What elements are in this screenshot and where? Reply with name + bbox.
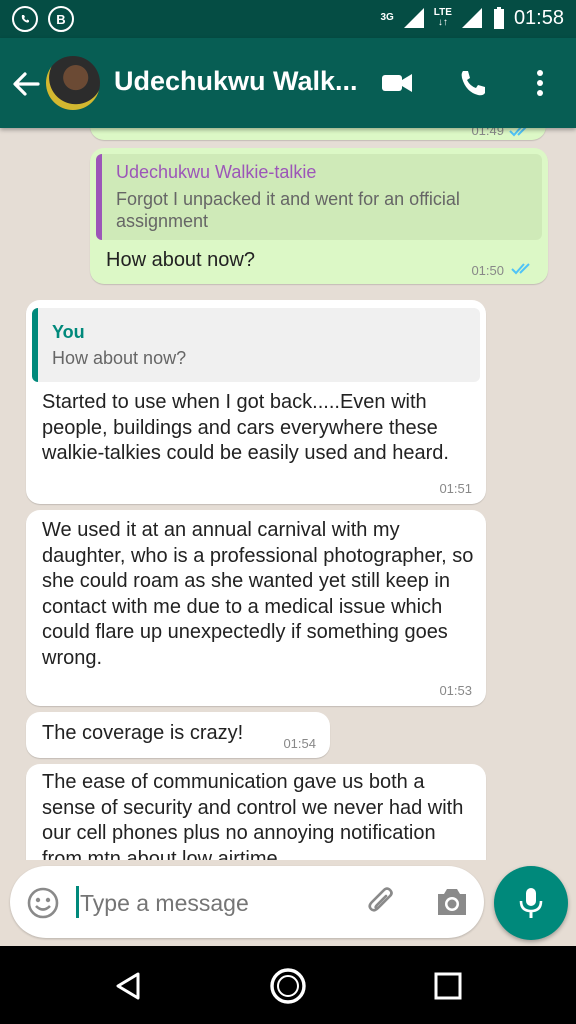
emoji-icon[interactable]: [26, 886, 60, 920]
network-type-2-label: LTE: [433, 7, 452, 18]
quote-text: Forgot I unpacked it and went for an off…: [116, 189, 460, 231]
read-ticks-icon: [509, 128, 527, 137]
clock: 01:58: [513, 6, 564, 29]
status-bar: B 3G LTE ↓↑ 01:58: [0, 0, 576, 38]
read-ticks-icon: [511, 263, 530, 275]
message-bubble-partial: 01:49: [90, 128, 546, 140]
contact-name[interactable]: Udechukwu Walk...: [114, 66, 358, 97]
message-text: We used it at an annual carnival with my…: [42, 519, 474, 669]
navigation-bar: [0, 946, 576, 1024]
chat-header: Udechukwu Walk...: [0, 38, 576, 128]
battery-icon: [493, 7, 504, 29]
message-input[interactable]: [78, 882, 352, 924]
message-bubble-incoming[interactable]: The coverage is crazy! 01:54: [26, 712, 330, 758]
video-call-icon[interactable]: [380, 68, 414, 98]
reply-quote[interactable]: Udechukwu Walkie-talkie Forgot I unpacke…: [96, 154, 542, 240]
message-list[interactable]: 01:49 Udechukwu Walkie-talkie Forgot I u…: [0, 128, 576, 860]
reply-quote[interactable]: You How about now?: [32, 308, 480, 382]
network-type-2: LTE ↓↑: [433, 7, 452, 28]
nav-back-icon[interactable]: [112, 970, 144, 1002]
quote-bar: [32, 308, 38, 382]
network-type-1: 3G: [380, 12, 394, 23]
back-arrow-icon[interactable]: [10, 68, 42, 100]
camera-icon[interactable]: [434, 886, 470, 918]
message-time: 01:49: [471, 128, 504, 138]
signal-icon-2: [461, 8, 482, 28]
attach-icon[interactable]: [364, 884, 400, 920]
message-text: Started to use when I got back.....Even …: [42, 391, 449, 464]
quote-author: Udechukwu Walkie-talkie: [116, 162, 317, 182]
contact-avatar[interactable]: [46, 56, 100, 110]
quote-text: How about now?: [52, 348, 187, 368]
message-text: The coverage is crazy!: [42, 722, 244, 744]
message-bubble-incoming[interactable]: You How about now? Started to use when I…: [26, 300, 486, 504]
message-bubble-incoming[interactable]: The ease of communication gave us both a…: [26, 764, 486, 860]
quote-author: You: [52, 322, 85, 342]
nav-recents-icon[interactable]: [432, 970, 464, 1002]
nav-home-icon[interactable]: [268, 966, 308, 1006]
quote-bar: [96, 154, 102, 240]
message-time: 01:54: [283, 736, 316, 751]
message-bubble-outgoing[interactable]: Udechukwu Walkie-talkie Forgot I unpacke…: [90, 148, 548, 284]
message-time: 01:51: [439, 481, 472, 496]
message-time: 01:53: [439, 683, 472, 698]
b-icon: B: [48, 6, 74, 32]
mic-icon: [519, 888, 543, 918]
phone-call-icon[interactable]: [456, 68, 490, 98]
message-time: 01:50: [471, 263, 504, 278]
mic-button[interactable]: [494, 866, 568, 940]
message-text: The ease of communication gave us both a…: [42, 771, 464, 860]
message-composer: [10, 866, 484, 938]
signal-icon: [403, 8, 424, 28]
message-text: How about now?: [106, 249, 255, 271]
message-bubble-incoming[interactable]: We used it at an annual carnival with my…: [26, 510, 486, 706]
more-options-icon[interactable]: [523, 68, 557, 98]
whatsapp-icon: [12, 6, 38, 32]
